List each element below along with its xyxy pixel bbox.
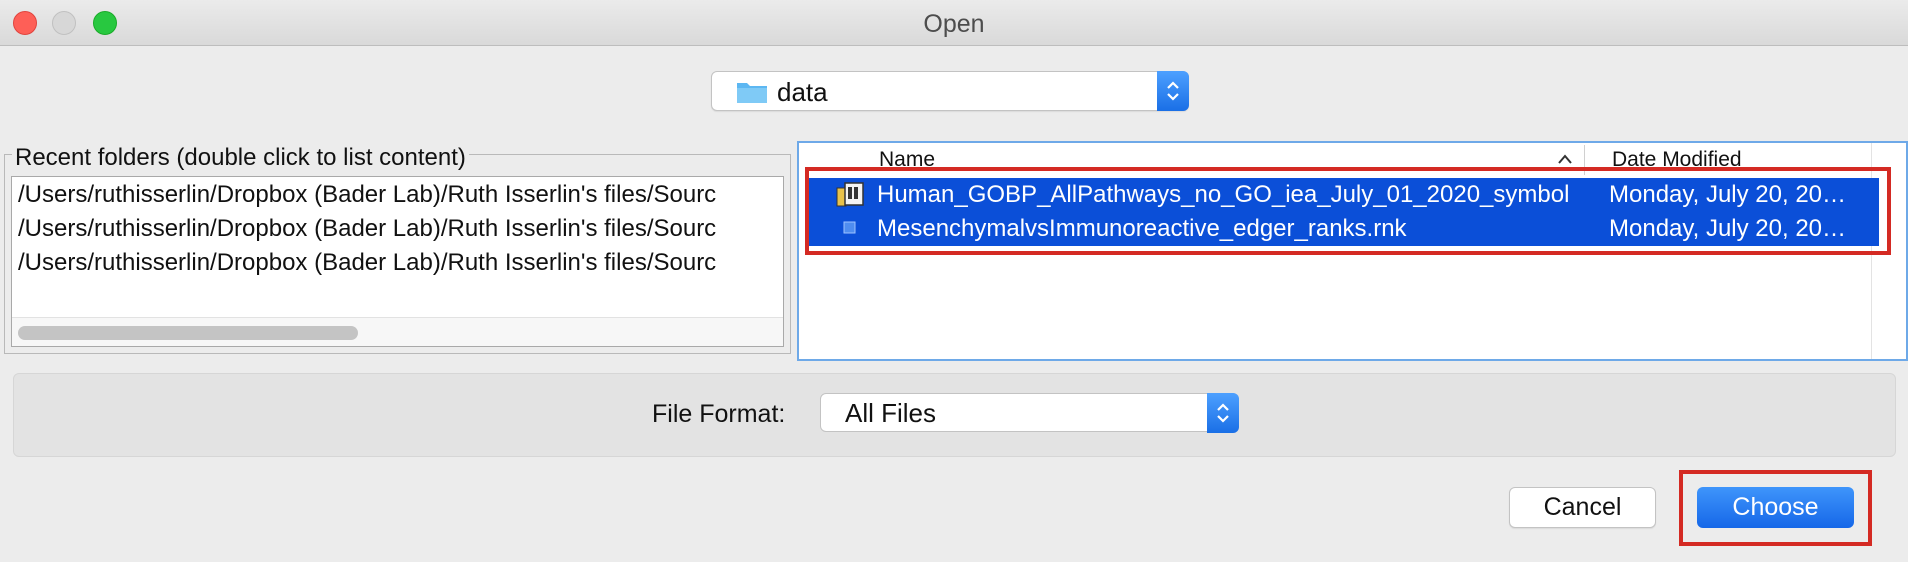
chevron-up-down-icon [1217,403,1229,423]
folder-select[interactable]: data [711,71,1189,111]
cancel-button[interactable]: Cancel [1509,487,1656,528]
recent-folders-legend: Recent folders (double click to list con… [12,144,469,172]
chevron-up-down-icon [1167,81,1179,101]
annotation-highlight-files [805,167,1891,255]
file-format-value: All Files [845,398,937,428]
file-format-label: File Format: [652,400,786,428]
folder-icon [737,83,767,103]
annotation-highlight-choose [1679,470,1872,546]
recent-folder-item[interactable]: /Users/ruthisserlin/Dropbox (Bader Lab)/… [18,181,716,209]
file-format-stepper[interactable] [1207,393,1239,433]
folder-select-stepper[interactable] [1157,71,1189,111]
recent-folder-item[interactable]: /Users/ruthisserlin/Dropbox (Bader Lab)/… [18,215,716,243]
file-format-select[interactable]: All Files [820,393,1239,433]
window-title: Open [923,10,985,38]
recent-folders-list[interactable]: /Users/ruthisserlin/Dropbox (Bader Lab)/… [11,176,784,347]
folder-select-value: data [777,77,828,107]
title-bar: Open [0,0,1908,46]
sort-ascending-icon [1558,154,1572,164]
scrollbar-thumb[interactable] [18,326,358,340]
horizontal-scrollbar[interactable] [12,317,783,346]
recent-folder-item[interactable]: /Users/ruthisserlin/Dropbox (Bader Lab)/… [18,249,716,277]
